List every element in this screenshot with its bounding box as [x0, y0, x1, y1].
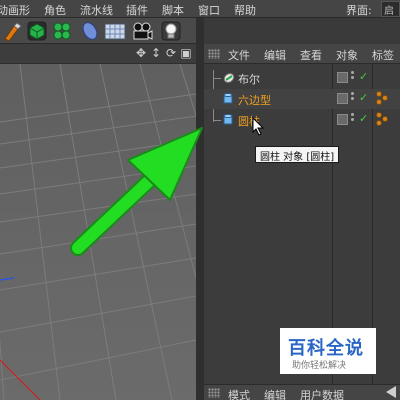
- om-menu-tags[interactable]: 标签: [372, 47, 394, 63]
- cloner-icon[interactable]: [51, 20, 73, 42]
- interface-select[interactable]: 启: [381, 1, 400, 17]
- visibility-dots-icon[interactable]: [351, 92, 355, 104]
- 3d-viewport[interactable]: [0, 64, 196, 400]
- pen-tool-icon[interactable]: [2, 20, 24, 42]
- attributes-menu: 模式 编辑 用户数据: [204, 384, 400, 400]
- layer-box[interactable]: [337, 93, 348, 104]
- enabled-check-icon[interactable]: ✓: [359, 112, 368, 125]
- menu-item-pipeline[interactable]: 流水线: [80, 2, 113, 18]
- visibility-dots-icon[interactable]: [351, 113, 355, 125]
- object-manager-menu: 文件 编辑 查看 对象 标签: [204, 44, 400, 64]
- material-tag-icon[interactable]: [376, 91, 390, 105]
- rotate-view-icon[interactable]: ⟳: [164, 46, 178, 60]
- camera-icon[interactable]: [131, 20, 153, 42]
- watermark-logo: 百科全说 助你轻松解决: [280, 328, 376, 374]
- material-tag-icon[interactable]: [376, 112, 390, 126]
- om-menu-file[interactable]: 文件: [228, 47, 250, 63]
- om-menu-object[interactable]: 对象: [336, 47, 358, 63]
- object-tooltip: 圆柱 对象 [圆柱]: [255, 146, 340, 163]
- object-name[interactable]: 六边型: [238, 92, 271, 108]
- zoom-view-icon[interactable]: ↕: [149, 46, 163, 60]
- om-menu-edit[interactable]: 编辑: [264, 47, 286, 63]
- watermark-subtitle: 助你轻松解决: [292, 361, 347, 371]
- menu-item-window[interactable]: 窗口: [198, 2, 220, 18]
- object-row[interactable]: [204, 110, 400, 130]
- viewport-header: ✥ ↕ ⟳ ▣: [0, 44, 196, 64]
- attr-menu-userdata[interactable]: 用户数据: [300, 387, 344, 400]
- mouse-cursor-icon: [252, 117, 265, 136]
- menu-item-animation[interactable]: 动画形: [0, 2, 30, 18]
- om-menu-view[interactable]: 查看: [300, 47, 322, 63]
- layer-box[interactable]: [337, 72, 348, 83]
- panel-separator[interactable]: [196, 18, 204, 400]
- attr-menu-mode[interactable]: 模式: [228, 387, 250, 400]
- menu-item-help[interactable]: 帮助: [234, 2, 256, 18]
- menu-bar: 动画形 角色 流水线 插件 脚本 窗口 帮助 界面: 启: [0, 0, 400, 18]
- enabled-check-icon[interactable]: ✓: [359, 91, 368, 104]
- enabled-check-icon[interactable]: ✓: [359, 70, 368, 83]
- floor-grid: [0, 64, 196, 400]
- panel-grip-icon[interactable]: [208, 49, 220, 59]
- maximize-view-icon[interactable]: ▣: [179, 46, 193, 60]
- watermark-title: 百科全说: [288, 338, 364, 359]
- main-toolbar: [0, 18, 196, 44]
- layer-box[interactable]: [337, 114, 348, 125]
- visibility-dots-icon[interactable]: [351, 71, 355, 83]
- cube-icon[interactable]: [26, 20, 48, 42]
- light-icon[interactable]: [160, 20, 182, 42]
- object-row[interactable]: [204, 89, 400, 109]
- menu-item-script[interactable]: 脚本: [162, 2, 184, 18]
- boole-icon: [223, 73, 235, 83]
- floor-icon[interactable]: [104, 20, 126, 42]
- object-name[interactable]: 布尔: [238, 71, 260, 87]
- cylinder-icon: [223, 93, 233, 104]
- attr-menu-edit[interactable]: 编辑: [264, 387, 286, 400]
- deformer-icon[interactable]: [79, 20, 101, 42]
- move-view-icon[interactable]: ✥: [134, 46, 148, 60]
- menu-item-character[interactable]: 角色: [44, 2, 66, 18]
- cylinder-icon: [223, 114, 233, 125]
- panel-grip-icon[interactable]: [208, 388, 220, 398]
- menu-item-plugins[interactable]: 插件: [126, 2, 148, 18]
- back-arrow-icon[interactable]: [386, 386, 396, 398]
- interface-label: 界面:: [346, 4, 372, 17]
